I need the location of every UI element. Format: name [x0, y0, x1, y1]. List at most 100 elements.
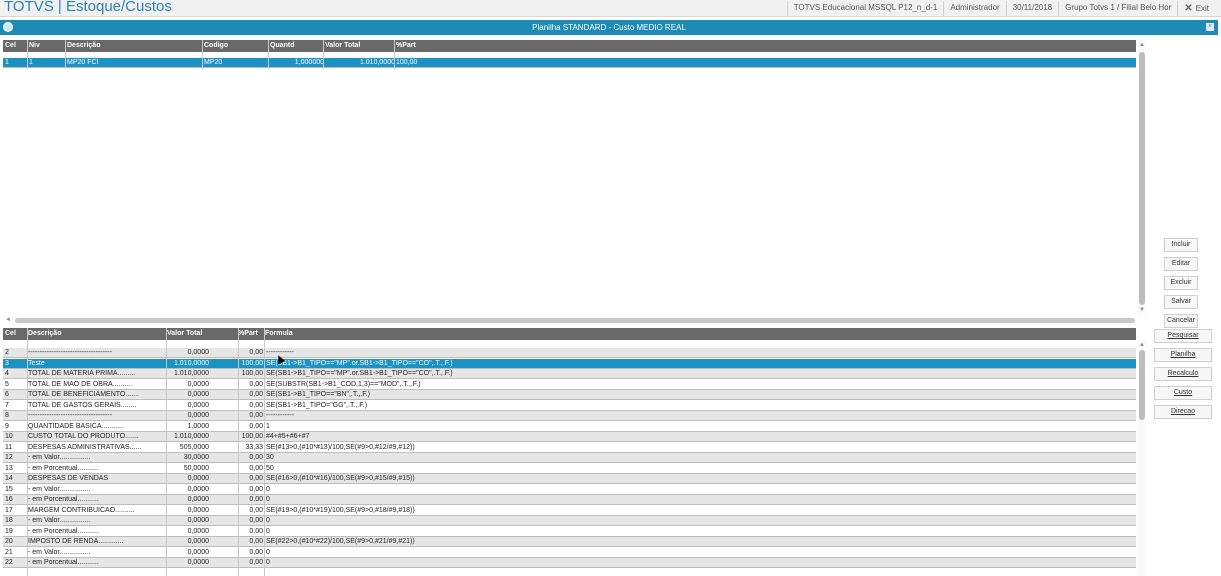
table-row[interactable]: 5 TOTAL DE MAO DE OBRA.......... 0,0000 0,0… — [3, 379, 1136, 390]
cell-descricao: Teste — [28, 359, 45, 367]
cell-formula: 1 — [266, 422, 270, 430]
cell-part: 0,00 — [249, 464, 263, 472]
col-part[interactable]: %Part — [238, 330, 258, 337]
table-row[interactable]: 21 - em Valor................ 0,0000 0,00 0 — [3, 547, 1136, 558]
structure-grid-scrollbar[interactable]: ▲ ▼ — [1138, 40, 1146, 315]
table-row[interactable]: 9 QUANTIDADE BASICA............ 1,0000 0,00… — [3, 421, 1136, 432]
column-divider — [264, 328, 265, 576]
col-codigo[interactable]: Codigo — [204, 42, 228, 49]
table-row[interactable]: 19 - em Porcentual........... 0,0000 0,00 0 — [3, 526, 1136, 537]
table-row[interactable]: 16 - em Porcentual........... 0,0000 0,00 0 — [3, 495, 1136, 505]
table-row[interactable]: 8 ------------------------------------ 0,0… — [3, 411, 1136, 421]
table-row[interactable]: 2 ------------------------------------ 0,0… — [3, 348, 1136, 358]
cell-valor: 1.010,0000 — [173, 433, 209, 440]
cell-valor: 50,0000 — [183, 464, 209, 472]
cell-valor: 0,0000 — [187, 559, 209, 566]
scrollbar-thumb[interactable] — [1139, 350, 1145, 420]
cell-part: 100,00 — [241, 359, 263, 367]
column-divider — [323, 40, 324, 69]
cell-descricao: - em Valor................ — [28, 548, 91, 556]
cell-descricao: - em Porcentual........... — [28, 496, 99, 503]
col-cel[interactable]: Cel — [5, 42, 16, 49]
custo-button[interactable]: Custo — [1154, 386, 1212, 400]
cell-formula: SE(#13>0,(#10*#13)/100,SE(#9>0,#12/#9,#1… — [266, 443, 415, 451]
user-label[interactable]: Administrador — [943, 1, 1005, 16]
salvar-button[interactable]: Salvar — [1164, 295, 1198, 309]
planilha-button[interactable]: Planilha — [1154, 348, 1212, 362]
table-row[interactable]: 15 - em Valor................ 0,0000 0,00 0 — [3, 484, 1136, 495]
col-valor-total[interactable]: Valor Total — [325, 42, 360, 49]
cell-part: 100,00 — [396, 59, 418, 66]
table-row[interactable]: 20 IMPOSTO DE RENDA............. 0,0000 0,0… — [3, 537, 1136, 547]
table-row[interactable]: 14 DESPESAS DE VENDAS 0,0000 0,00 SE(#16>0,(… — [3, 474, 1136, 484]
date-label[interactable]: 30/11/2018 — [1005, 1, 1058, 16]
cell-part: 0,00 — [249, 538, 263, 545]
environment-label[interactable]: TOTVS Educacional MSSQL P12_n_d-1 — [786, 1, 944, 16]
table-row[interactable]: 7 TOTAL DE GASTOS GERAIS........ 0,0000 0,0… — [3, 400, 1136, 411]
horizontal-scrollbar[interactable]: ◄ — [5, 317, 1135, 324]
table-row[interactable]: 17 MARGEM CONTRIBUICAO.......... 0,0000 0,0… — [3, 505, 1136, 516]
dialog-close-icon[interactable]: × — [1206, 23, 1214, 31]
column-divider — [27, 40, 28, 69]
table-row[interactable]: 12 - em Valor................ 30,0000 0,00… — [3, 453, 1136, 463]
cancelar-button[interactable]: Cancelar — [1164, 314, 1198, 328]
table-row[interactable]: 1 1 MP20 FCI MP20 1,000000 1.010,0000 100,00 — [3, 58, 1136, 68]
excluir-button[interactable]: Excluir — [1164, 276, 1198, 290]
cell-formula: 0 — [266, 485, 270, 493]
cell-formula: #4+#5+#6+#7 — [266, 433, 310, 440]
table-row[interactable]: 22 - em Porcentual........... 0,0000 0,00 0 — [3, 558, 1136, 568]
cell-formula: 0 — [266, 527, 270, 535]
app-title: TOTVS | Estoque/Custos — [4, 0, 172, 15]
column-divider — [202, 40, 203, 69]
cell-part: 0,00 — [249, 454, 263, 461]
table-row[interactable]: 4 TOTAL DE MATERIA PRIMA......... 1.010,00… — [3, 369, 1136, 379]
cell-formula: ------------ — [266, 349, 294, 356]
col-niv[interactable]: Niv — [29, 42, 40, 49]
col-part[interactable]: %Part — [396, 42, 416, 49]
cell-descricao: TOTAL DE MAO DE OBRA.......... — [28, 380, 133, 388]
cell-cel: 15 — [5, 485, 13, 493]
cell-formula: SE(SB1->B1_TIPO="GG",.T.,.F.) — [266, 401, 368, 409]
dialog-title: Planilha STANDARD - Custo MEDIO REAL — [532, 23, 686, 32]
cell-cel: 9 — [5, 422, 9, 430]
cell-formula: ------------ — [266, 412, 294, 419]
incluir-button[interactable]: Incluir — [1164, 238, 1198, 252]
horizontal-scrollbar-thumb[interactable] — [15, 318, 1135, 323]
direcao-button[interactable]: Direcao — [1154, 405, 1212, 419]
col-descricao[interactable]: Descrição — [67, 42, 100, 49]
cell-cel: 11 — [5, 443, 13, 451]
scroll-up-icon[interactable]: ▲ — [1138, 342, 1146, 348]
table-row[interactable]: 11 DESPESAS ADMINISTRATIVAS...... 505,0000… — [3, 442, 1136, 453]
col-formula[interactable]: Formula — [265, 330, 293, 337]
table-row[interactable]: 6 TOTAL DE BENEFICIAMENTO....... 0,0000 0,0… — [3, 390, 1136, 400]
table-row[interactable]: 13 - em Porcentual........... 50,0000 0,00… — [3, 463, 1136, 474]
scroll-up-icon[interactable]: ▲ — [1138, 42, 1146, 48]
cell-valor: 0,0000 — [187, 527, 209, 535]
company-label[interactable]: Grupo Totvs 1 / Filial Belo Hor — [1058, 1, 1177, 16]
editar-button[interactable]: Editar — [1164, 257, 1198, 271]
scrollbar-thumb[interactable] — [1139, 52, 1145, 305]
col-descricao[interactable]: Descrição — [28, 330, 61, 337]
cell-valor: 0,0000 — [187, 506, 209, 514]
column-divider — [166, 328, 167, 576]
cell-descricao: CUSTO TOTAL DO PRODUTO....... — [28, 433, 139, 440]
table-row[interactable]: 3 Teste 1.010,0000 100,00 SE(SB1->B1_TIPO=="… — [3, 358, 1136, 369]
scroll-left-icon[interactable]: ◄ — [5, 317, 11, 323]
cell-descricao: - em Porcentual........... — [28, 559, 99, 566]
table-row[interactable]: 18 - em Valor................ 0,0000 0,00 0 — [3, 516, 1136, 526]
scroll-down-icon[interactable]: ▼ — [1138, 307, 1146, 313]
col-quantd[interactable]: Quantd — [270, 42, 295, 49]
column-divider — [238, 328, 239, 576]
table-row[interactable]: 10 CUSTO TOTAL DO PRODUTO....... 1.010,000… — [3, 432, 1136, 442]
col-cel[interactable]: Cel — [5, 330, 16, 337]
totvs-logo-icon — [3, 22, 13, 32]
formula-grid-scrollbar[interactable]: ▲ — [1138, 340, 1146, 576]
cell-descricao: TOTAL DE BENEFICIAMENTO....... — [28, 391, 139, 398]
recalculo-button[interactable]: Recalculo — [1154, 367, 1212, 381]
cell-cel: 3 — [5, 359, 9, 367]
col-valor-total[interactable]: Valor Total — [167, 330, 202, 337]
cell-formula: 30 — [266, 454, 274, 461]
cell-valor: 0,0000 — [187, 380, 209, 388]
exit-button[interactable]: ✕ Exit — [1177, 1, 1215, 16]
pesquisar-button[interactable]: Pesquisar — [1154, 329, 1212, 343]
